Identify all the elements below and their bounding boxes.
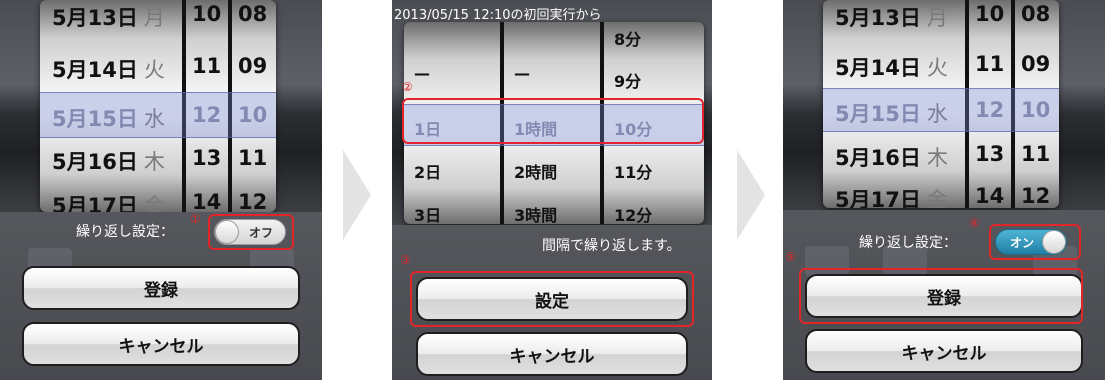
picker-minutes-row: 12分: [614, 206, 653, 224]
picker-date-column[interactable]: 5月13日月 5月14日火 5月15日水 5月16日木 5月17日金: [823, 0, 965, 208]
picker-hour-row: 14: [192, 190, 222, 212]
background-icon: [805, 246, 849, 276]
picker-hours-row-selected: 1時間: [514, 120, 558, 139]
toggle-knob: [1042, 230, 1066, 254]
picker-hours-row: 3時間: [514, 206, 558, 224]
picker-day-row: 2日: [414, 163, 442, 182]
picker-minute-row: 09: [1021, 52, 1051, 76]
picker-hour-row: 11: [192, 54, 222, 78]
picker-hours-row: 2時間: [514, 163, 558, 182]
picker-hour-column[interactable]: 10 11 12 13 14: [969, 0, 1011, 208]
repeat-toggle-off[interactable]: オフ: [214, 219, 286, 245]
step-marker-3: ③: [400, 253, 411, 267]
picker-minute-column[interactable]: 08 09 10 11 12: [1015, 0, 1059, 208]
picker-hour-column[interactable]: 10 11 12 13 14: [186, 0, 228, 212]
picker-hour-row: 10: [192, 2, 222, 26]
cancel-button[interactable]: キャンセル: [805, 329, 1083, 373]
picker-hours-row: —: [514, 64, 530, 83]
picker-minute-row: 11: [1021, 142, 1051, 166]
first-run-header: 2013/05/15 12:10の初回実行から: [394, 8, 602, 23]
step-marker-4: ④: [969, 216, 980, 230]
picker-day-row: —: [414, 64, 430, 83]
picker-minute-row: 12: [238, 190, 268, 212]
toggle-text: オフ: [249, 225, 274, 240]
picker-minutes-row-selected: 10分: [614, 120, 653, 139]
picker-date-row: 5月17日金: [52, 194, 165, 212]
picker-day-row: 3日: [414, 206, 442, 224]
picker-minute-row: 11: [238, 146, 268, 170]
picker-hour-row: 11: [975, 52, 1005, 76]
bottom-panel: 繰り返し設定： ④ オン ⑤ 登録 キャンセル: [783, 210, 1105, 380]
picker-date-row: 5月17日金: [835, 188, 948, 208]
picker-date-row: 5月16日木: [835, 146, 948, 170]
picker-minutes-row: 11分: [614, 163, 653, 182]
interval-caption: 間隔で繰り返します。: [542, 238, 681, 254]
picker-minute-row: 12: [1021, 184, 1051, 208]
interval-picker[interactable]: — 1日 2日 3日 — 1時間 2時間 3時間 8分 9分 10分 11分 1…: [404, 22, 704, 224]
cancel-button[interactable]: キャンセル: [22, 322, 300, 366]
step-marker-2: ②: [402, 80, 413, 94]
picker-minute-column[interactable]: 08 09 10 11 12: [232, 0, 276, 212]
toggle-knob: [215, 220, 239, 244]
screen-interval-picker: 2013/05/15 12:10の初回実行から — 1日 2日 3日 — 1時間…: [392, 0, 712, 380]
date-time-picker[interactable]: 5月13日月 5月14日火 5月15日水 5月16日木 5月17日金 10 11…: [40, 0, 276, 212]
arrow-right-icon: [737, 150, 765, 240]
picker-minute-row: 09: [238, 54, 268, 78]
step-marker-5: ⑤: [785, 250, 796, 264]
repeat-toggle-on[interactable]: オン: [995, 229, 1067, 255]
picker-date-row: 5月14日火: [835, 56, 948, 80]
screen-date-picker-off: 5月13日月 5月14日火 5月15日水 5月16日木 5月17日金 10 11…: [0, 0, 322, 380]
register-button[interactable]: 登録: [22, 266, 300, 310]
cancel-button[interactable]: キャンセル: [416, 332, 688, 376]
picker-minutes-column[interactable]: 8分 9分 10分 11分 12分: [604, 22, 704, 224]
picker-day-row-selected: 1日: [414, 120, 442, 139]
picker-hour-row: 14: [975, 184, 1005, 208]
picker-hour-row: 10: [975, 2, 1005, 26]
picker-date-row-selected: 5月15日水: [52, 107, 165, 131]
picker-hour-row: 13: [975, 142, 1005, 166]
picker-date-row-selected: 5月15日水: [835, 102, 948, 126]
bottom-panel: 繰り返し設定： ① オフ 登録 キャンセル: [0, 212, 322, 380]
picker-minute-row-selected: 10: [1021, 98, 1051, 122]
picker-date-row: 5月14日火: [52, 58, 165, 82]
screen-date-picker-on: 5月13日月 5月14日火 5月15日水 5月16日木 5月17日金 10 11…: [783, 0, 1105, 380]
picker-date-row: 5月13日月: [835, 6, 948, 30]
picker-date-row: 5月16日木: [52, 150, 165, 174]
picker-minutes-row: 9分: [614, 72, 642, 91]
picker-hour-row-selected: 12: [192, 103, 222, 127]
picker-date-row: 5月13日月: [52, 6, 165, 30]
picker-date-column[interactable]: 5月13日月 5月14日火 5月15日水 5月16日木 5月17日金: [40, 0, 182, 212]
register-button[interactable]: 登録: [805, 274, 1083, 318]
picker-minutes-row: 8分: [614, 30, 642, 49]
picker-hour-row: 13: [192, 146, 222, 170]
picker-minute-row: 08: [238, 2, 268, 26]
repeat-setting-label: 繰り返し設定：: [859, 235, 957, 251]
picker-minute-row: 08: [1021, 2, 1051, 26]
repeat-setting-label: 繰り返し設定：: [76, 224, 174, 240]
arrow-right-icon: [343, 150, 371, 240]
bottom-panel: 間隔で繰り返します。 ③ 設定 キャンセル: [392, 225, 712, 380]
picker-hour-row-selected: 12: [975, 98, 1005, 122]
toggle-text: オン: [1009, 235, 1034, 250]
step-marker-1: ①: [190, 212, 201, 226]
picker-minute-row-selected: 10: [238, 103, 268, 127]
set-button[interactable]: 設定: [416, 277, 688, 321]
picker-hours-column[interactable]: — 1時間 2時間 3時間: [504, 22, 600, 224]
date-time-picker[interactable]: 5月13日月 5月14日火 5月15日水 5月16日木 5月17日金 10 11…: [823, 0, 1059, 208]
picker-day-column[interactable]: — 1日 2日 3日: [404, 22, 500, 224]
